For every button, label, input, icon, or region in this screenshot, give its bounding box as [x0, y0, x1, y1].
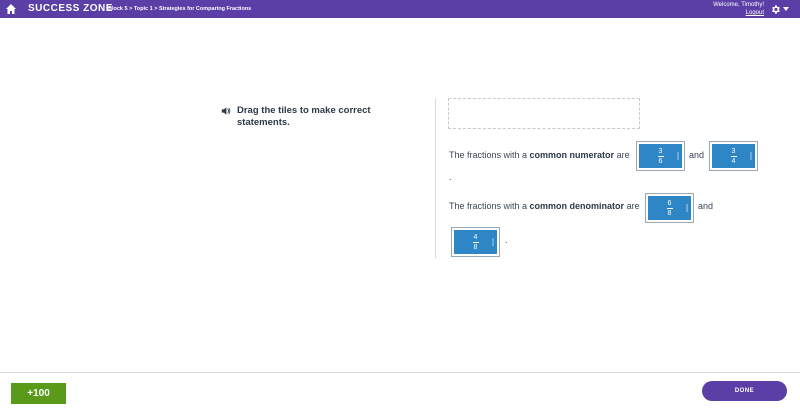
denominator: 4	[731, 157, 736, 165]
drag-handle-icon[interactable]	[677, 152, 679, 160]
drop-slot-1[interactable]: 3 6	[636, 141, 685, 171]
instruction-text: Drag the tiles to make correct statement…	[237, 105, 371, 128]
drag-handle-icon[interactable]	[492, 238, 494, 246]
fraction: 6 8	[666, 199, 673, 217]
sentence2-prefix: The fractions with a	[449, 201, 530, 211]
numerator: 4	[473, 233, 478, 241]
drop-slot-3[interactable]: 6 8	[645, 193, 694, 223]
app-name: SUCCESS ZONE	[28, 3, 113, 14]
sentence1-bold: common numerator	[529, 150, 615, 160]
done-button[interactable]: DONE	[702, 381, 787, 401]
sentence-common-denominator: The fractions with a common denominator …	[449, 201, 640, 211]
denominator: 8	[473, 243, 478, 251]
numerator: 3	[731, 147, 736, 155]
drag-handle-icon[interactable]	[750, 152, 752, 160]
fraction: 3 6	[657, 147, 664, 165]
fraction-tile[interactable]: 6 8	[648, 196, 691, 220]
tile-bank-drop-zone[interactable]	[448, 98, 640, 129]
sentence1-suffix: are	[614, 150, 630, 160]
breadcrumb: Block 5 > Topic 1 > Strategies for Compa…	[108, 6, 252, 12]
welcome-area: Welcome, Timothy! Logout	[713, 1, 764, 17]
fraction-tile[interactable]: 3 6	[639, 144, 682, 168]
chevron-down-icon	[783, 7, 789, 11]
fraction: 4 8	[472, 233, 479, 251]
sentence1-and: and	[689, 150, 705, 160]
sentence-common-numerator: The fractions with a common numerator ar…	[449, 150, 630, 160]
settings-menu[interactable]	[770, 3, 792, 15]
score-button[interactable]: +100	[11, 383, 66, 404]
speaker-icon[interactable]	[221, 106, 231, 116]
sentence2-end: .	[505, 235, 508, 245]
fraction-tile[interactable]: 4 8	[454, 230, 497, 254]
drop-slot-2[interactable]: 3 4	[709, 141, 758, 171]
sentence1-end: .	[449, 172, 452, 182]
sentence1-prefix: The fractions with a	[449, 150, 530, 160]
sentence2-and: and	[698, 201, 714, 211]
logout-link[interactable]: Logout	[713, 9, 764, 17]
bottom-bar: +100 DONE	[0, 372, 800, 414]
numerator: 6	[667, 199, 672, 207]
divider	[435, 98, 436, 258]
instruction: Drag the tiles to make correct statement…	[221, 105, 421, 129]
denominator: 6	[658, 157, 663, 165]
sentence2-suffix: are	[624, 201, 640, 211]
welcome-text: Welcome, Timothy!	[713, 2, 764, 8]
gear-icon[interactable]	[770, 4, 781, 15]
fraction: 3 4	[730, 147, 737, 165]
fraction-tile[interactable]: 3 4	[712, 144, 755, 168]
home-icon[interactable]	[5, 3, 17, 15]
drag-handle-icon[interactable]	[686, 204, 688, 212]
sentence2-bold: common denominator	[529, 201, 625, 211]
numerator: 3	[658, 147, 663, 155]
top-bar: SUCCESS ZONE Block 5 > Topic 1 > Strateg…	[0, 0, 800, 18]
denominator: 8	[667, 209, 672, 217]
drop-slot-4[interactable]: 4 8	[451, 227, 500, 257]
